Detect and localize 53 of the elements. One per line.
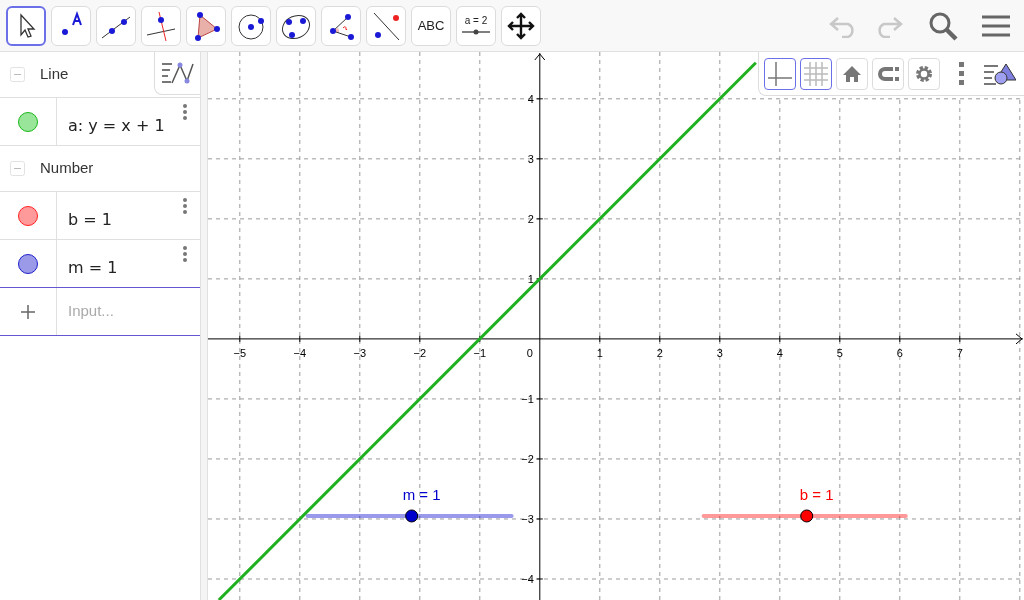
graph-toggle-icon — [161, 61, 194, 85]
style-button[interactable] — [800, 57, 832, 90]
tick-label: 7 — [956, 346, 963, 359]
style-button[interactable] — [764, 57, 796, 90]
more-icon[interactable] — [183, 104, 187, 120]
slider-label: m = 1 — [402, 485, 441, 503]
tick-label: −1 — [473, 346, 487, 359]
gear-icon — [914, 63, 934, 84]
group-title: Line — [40, 64, 69, 85]
tick-label: 4 — [776, 346, 783, 359]
grid-icon — [804, 61, 828, 86]
slider-track[interactable] — [305, 513, 514, 518]
origin-label: 0 — [526, 346, 533, 359]
home-icon — [842, 63, 862, 84]
algebra-entry[interactable]: b = 1 — [68, 207, 112, 232]
tick-label: −1 — [521, 392, 534, 405]
menu-icon[interactable] — [982, 13, 1010, 38]
tool-button[interactable] — [6, 5, 46, 46]
slider-icon — [462, 29, 490, 35]
tick-label: −5 — [233, 346, 247, 359]
more-icon[interactable] — [183, 246, 187, 262]
tick-label: −2 — [521, 452, 534, 465]
algebra-entry[interactable]: m = 1 — [68, 255, 118, 280]
tick-label: −4 — [293, 346, 307, 359]
group-title: Number — [40, 158, 94, 179]
algebra-toggle-button[interactable] — [154, 52, 200, 95]
tick-label: 4 — [527, 92, 534, 105]
tick-label: 5 — [836, 346, 843, 359]
tick-label: 3 — [716, 346, 723, 359]
tick-label: −4 — [521, 573, 534, 585]
search-icon[interactable] — [928, 10, 958, 41]
slider-label: b = 1 — [799, 485, 834, 503]
tick-label: 1 — [596, 346, 603, 359]
tool-label: a = 2 — [464, 16, 488, 26]
axes-icon — [768, 61, 792, 86]
tick-label: 6 — [896, 346, 903, 359]
slider-thumb[interactable] — [800, 509, 814, 523]
slider-track[interactable] — [701, 513, 908, 518]
algebra-entry[interactable]: a: y = x + 1 — [68, 113, 165, 138]
text-tool-button[interactable]: ABC — [411, 5, 451, 46]
tick-label: −3 — [521, 512, 534, 525]
slider-tool-button[interactable]: a = 2 — [456, 5, 496, 46]
more-icon[interactable] — [183, 198, 187, 214]
input-field[interactable]: Input... — [57, 288, 200, 335]
tick-label: 3 — [527, 152, 534, 165]
tick-label: 2 — [656, 346, 663, 359]
plus-icon[interactable] — [20, 303, 36, 320]
tick-label: −2 — [413, 346, 427, 359]
slider-thumb[interactable] — [405, 509, 419, 523]
tick-label: 1 — [527, 272, 534, 285]
view-toggle-icon[interactable] — [984, 61, 1016, 86]
tick-label: −3 — [353, 346, 367, 359]
tick-label: 2 — [527, 212, 534, 225]
